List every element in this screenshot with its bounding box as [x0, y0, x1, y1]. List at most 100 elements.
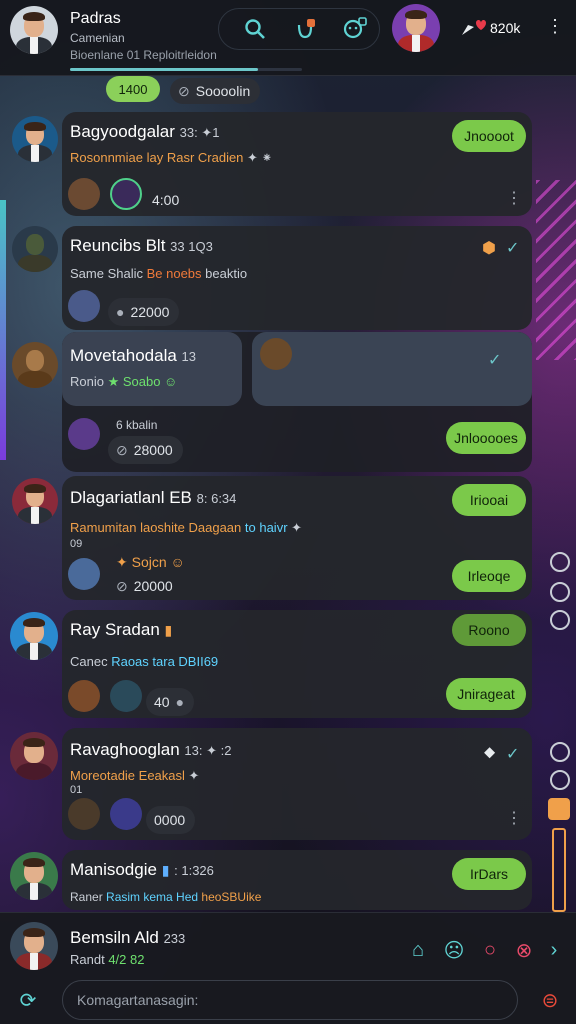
record-icon[interactable]: ○ — [478, 938, 502, 962]
read-check-icon: ✓ — [506, 240, 520, 257]
footer-name: Bemsiln Ald — [70, 928, 159, 947]
emoji-search-icon[interactable] — [340, 14, 370, 44]
header-title: Padras — [70, 10, 121, 27]
chat-avatar[interactable] — [12, 342, 58, 388]
chat-preview-icons: ✦ ⁕ — [247, 150, 273, 165]
mute-icon[interactable] — [550, 742, 570, 762]
chat-title: Movetahodala — [70, 346, 177, 365]
chat-card[interactable]: Bagyoodgalar 33: ✦1 Rosonnmiae lay Rasr … — [62, 112, 532, 216]
gift-icon[interactable] — [548, 798, 570, 820]
header-progress-bar — [70, 68, 302, 71]
chat-avatar[interactable] — [12, 116, 58, 162]
header-subtitle: Camenian — [70, 31, 125, 45]
home-icon[interactable]: ⌂ — [406, 938, 430, 962]
neon-strip-right — [536, 180, 576, 360]
chat-preview: Rosonnmiae lay Rasr Cradien — [70, 150, 244, 165]
chat-card[interactable]: Ravaghooglan 13: ✦ :2 Moreotadie Eeakasl… — [62, 728, 532, 840]
chat-preview: Canec — [70, 654, 112, 669]
chat-card[interactable]: Dlagariatlanl EB 8: 6:34 Ramumitan laosh… — [62, 476, 532, 600]
current-chat-avatar[interactable] — [10, 922, 58, 970]
reply-icon: ⊘ — [116, 577, 128, 594]
contact-avatar[interactable] — [392, 4, 440, 52]
participant-avatar[interactable] — [110, 178, 142, 210]
paw-icon: ● — [116, 304, 125, 320]
reply-icon: ⊘ — [116, 441, 128, 458]
chat-action-button[interactable]: IrDars — [452, 858, 526, 890]
participant-avatar[interactable] — [68, 558, 100, 590]
participant-avatar[interactable] — [68, 290, 100, 322]
chat-tag: ✦ Sojcn ☺ — [116, 554, 185, 570]
chat-preview-tail: ✦ — [287, 520, 303, 535]
more-menu-icon[interactable]: ⋮ — [546, 16, 564, 37]
chat-preview-line2: 01 — [70, 784, 83, 796]
chat-more-icon[interactable]: ⋮ — [506, 188, 522, 208]
participant-avatar[interactable] — [68, 178, 100, 210]
participant-avatar[interactable] — [110, 798, 142, 830]
chat-card[interactable]: Ray Sradan ▮ Canec Raoas tara DBII69 Roo… — [62, 610, 532, 718]
chat-action-button[interactable]: Roono — [452, 614, 526, 646]
message-input[interactable]: Komagartanasagin: — [62, 980, 518, 1020]
refresh-icon[interactable]: ⟳ — [16, 988, 40, 1012]
clock-icon[interactable] — [550, 770, 570, 790]
pin-icon: ⬥ — [484, 744, 496, 761]
chat-avatar[interactable] — [10, 852, 58, 900]
link-icon[interactable] — [550, 610, 570, 630]
strip-badge[interactable]: 1400 — [106, 76, 160, 102]
chat-counter[interactable]: ⊘ 28000 — [108, 436, 183, 464]
chat-preview: Same Shalic — [70, 266, 147, 281]
chat-avatar[interactable] — [12, 226, 58, 272]
profile-avatar[interactable] — [10, 6, 58, 54]
chat-counter[interactable]: 0000 — [146, 806, 196, 834]
chat-preview-highlight: Be noebs — [146, 266, 206, 281]
chat-more-icon[interactable]: ⋮ — [506, 808, 522, 828]
message-bubble[interactable]: ✓ — [252, 332, 532, 406]
chat-counter: 4:00 — [152, 192, 180, 208]
chat-meta: : 1:326 — [174, 863, 214, 878]
chat-action-button[interactable]: Jnoooot — [452, 120, 526, 152]
chat-counter[interactable]: ● 22000 — [108, 298, 180, 326]
chat-card[interactable]: Reuncibs Blt 33 1Q3 Same Shalic Be noebs… — [62, 226, 532, 330]
strip-counter[interactable]: ⊘ Soooolin — [170, 78, 261, 104]
heart-send-icon[interactable] — [458, 14, 488, 44]
chat-badge-icon: ▮ — [161, 862, 170, 878]
chat-counter[interactable]: 40 ● — [146, 688, 195, 716]
footer-sub-highlight: 4/2 82 — [108, 952, 145, 967]
chat-action-button[interactable]: Iriooai — [452, 484, 526, 516]
emoji-icon[interactable]: ☹ — [442, 938, 466, 962]
chat-preview-tail: beaktio — [205, 266, 248, 281]
chat-preview-tag: ★ Soabo ☺ — [107, 374, 178, 389]
online-label: 6 kbalin — [116, 418, 158, 432]
side-tab-icon[interactable] — [552, 828, 566, 912]
chevron-right-icon[interactable]: › — [542, 938, 566, 962]
chat-card[interactable]: Manisodgie ▮ : 1:326 Raner Rasim kema He… — [62, 850, 532, 910]
close-circle-icon[interactable]: ⊗ — [512, 938, 536, 962]
read-check-icon: ✓ — [506, 746, 520, 763]
participant-avatar[interactable] — [68, 418, 100, 450]
chat-title: Manisodgie — [70, 860, 157, 879]
chat-meta: 33: ✦1 — [179, 125, 220, 140]
chat-avatar[interactable] — [12, 478, 58, 524]
chat-counter[interactable]: ⊘ 20000 — [108, 572, 183, 600]
attachment-icon[interactable] — [290, 14, 320, 44]
participant-avatar[interactable] — [68, 798, 100, 830]
chat-secondary-button[interactable]: Irleoqe — [452, 560, 526, 592]
chat-meta: 13 — [181, 349, 197, 364]
header-count: 820k — [490, 20, 521, 36]
chat-card-group: Movetahodala 13 Ronio ★ Soabo ☺ ✓ 6 kbal… — [62, 332, 532, 472]
chat-avatar[interactable] — [10, 732, 58, 780]
chat-secondary-button[interactable]: Jnirageat — [446, 678, 526, 710]
chat-counter-value: 28000 — [133, 442, 173, 458]
chat-action-button[interactable]: Jnlooooes — [446, 422, 526, 454]
message-bubble[interactable]: Movetahodala 13 Ronio ★ Soabo ☺ — [62, 332, 242, 406]
settings-icon[interactable] — [550, 582, 570, 602]
chat-preview: Ramumitan laoshite Daagaan — [70, 520, 245, 535]
read-check-icon: ✓ — [488, 352, 502, 369]
participant-avatar[interactable] — [110, 680, 142, 712]
reply-icon: ⊘ — [178, 82, 190, 99]
send-icon[interactable]: ⊜ — [538, 988, 562, 1012]
chat-avatar[interactable] — [10, 612, 58, 660]
search-icon[interactable] — [240, 14, 270, 44]
timer-icon[interactable] — [550, 552, 570, 572]
participant-avatar[interactable] — [68, 680, 100, 712]
chat-preview-line2: 09 — [70, 538, 83, 550]
